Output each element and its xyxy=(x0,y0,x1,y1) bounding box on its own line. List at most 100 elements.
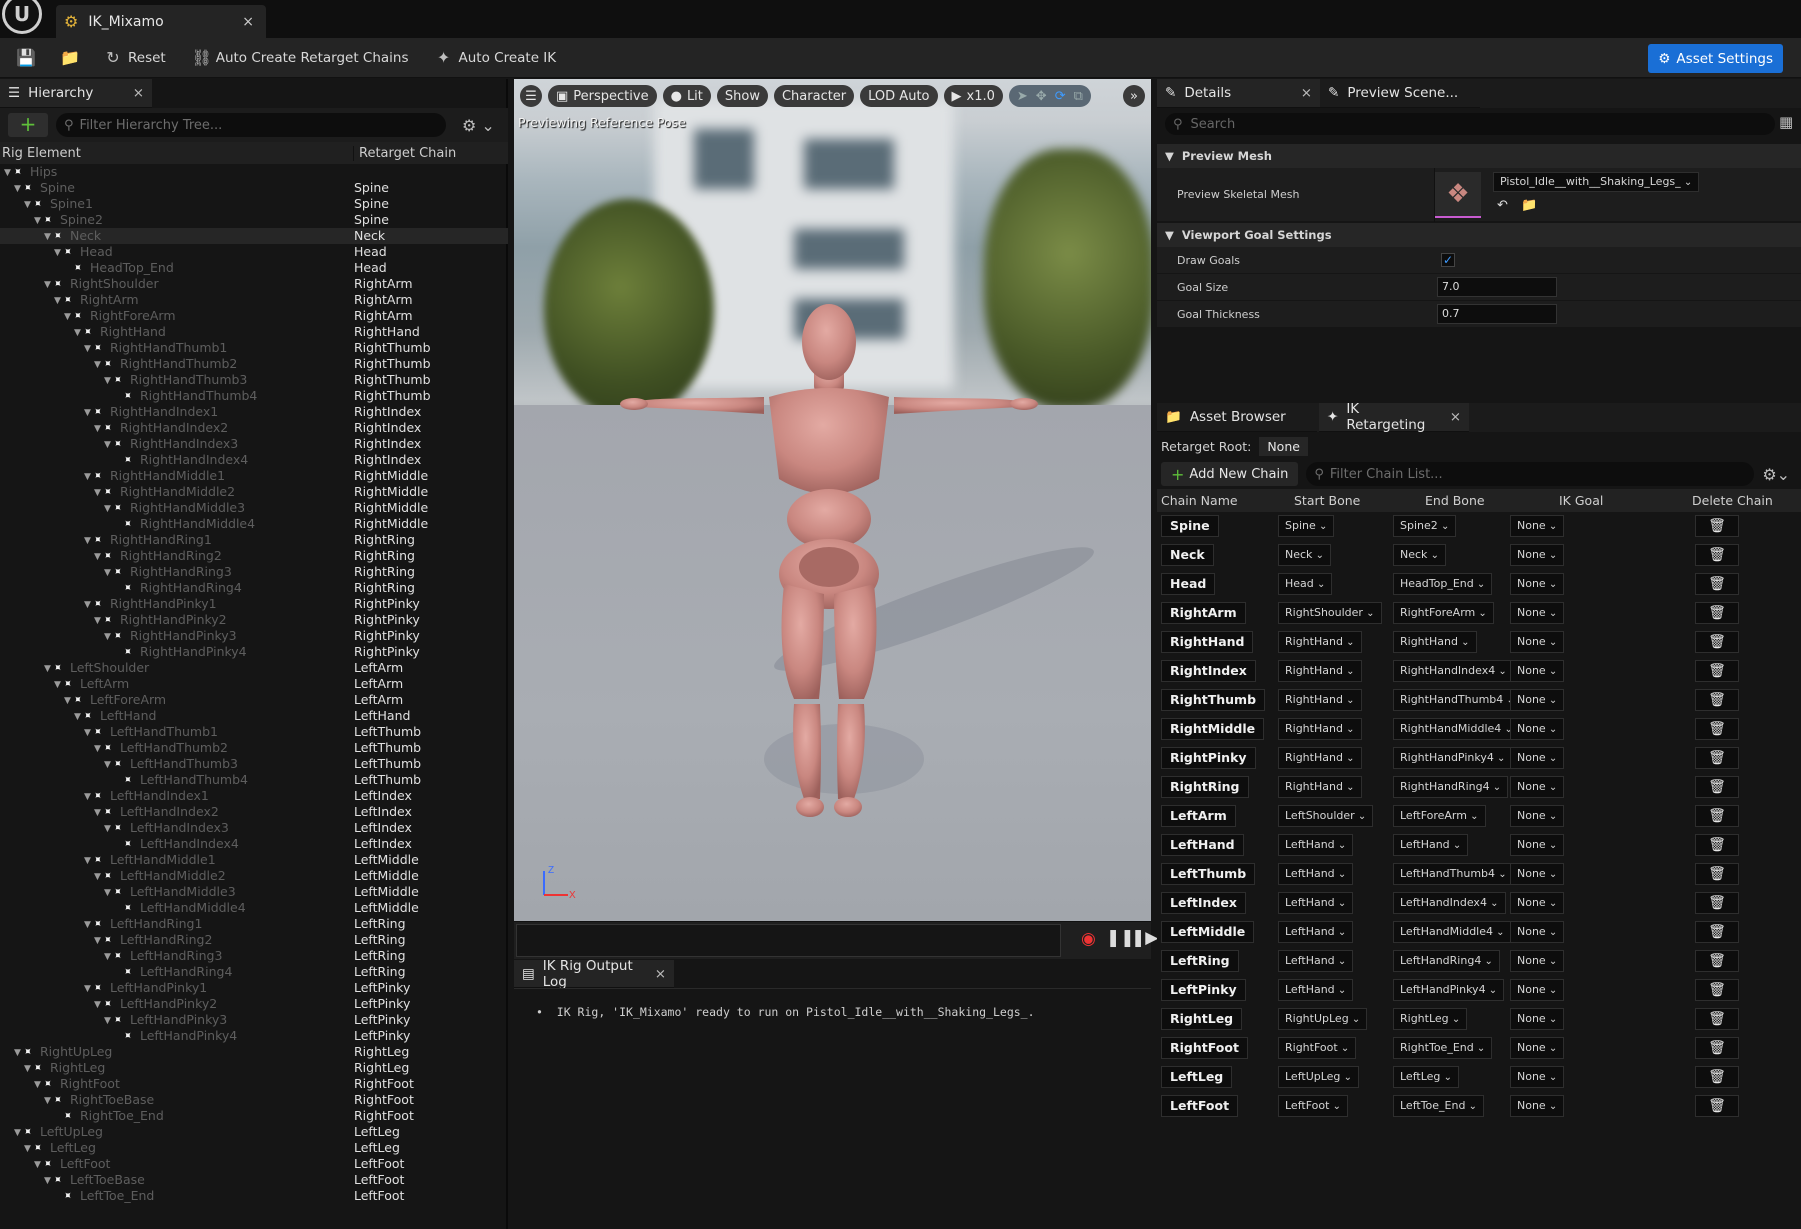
chain-name-field[interactable]: RightRing xyxy=(1161,776,1249,798)
hierarchy-row[interactable]: ▼ ✦ LeftHandRing1 LeftRing xyxy=(0,916,508,932)
hierarchy-row[interactable]: ▼ ✦ LeftHandIndex1 LeftIndex xyxy=(0,788,508,804)
expand-arrow-icon[interactable]: ▼ xyxy=(94,421,101,437)
add-new-chain-button[interactable]: + Add New Chain xyxy=(1161,462,1299,486)
chain-name-field[interactable]: LeftThumb xyxy=(1161,863,1256,885)
hierarchy-row[interactable]: ✦ LeftHandPinky4 LeftPinky xyxy=(0,1028,508,1044)
scale-icon[interactable]: ⧉ xyxy=(1074,89,1083,104)
chain-name-field[interactable]: LeftPinky xyxy=(1161,979,1246,1001)
end-bone-dropdown[interactable]: Neck xyxy=(1393,544,1446,566)
auto-create-ik-button[interactable]: ✦ Auto Create IK xyxy=(425,43,567,73)
expand-arrow-icon[interactable]: ▼ xyxy=(34,1157,41,1173)
expand-arrow-icon[interactable]: ▼ xyxy=(84,597,91,613)
hierarchy-row[interactable]: ▼ ✦ RightHandIndex3 RightIndex xyxy=(0,436,508,452)
lit-button[interactable]: ● Lit xyxy=(662,85,711,107)
hierarchy-row[interactable]: ▼ ✦ LeftHandMiddle2 LeftMiddle xyxy=(0,868,508,884)
start-bone-dropdown[interactable]: RightHand xyxy=(1278,631,1362,653)
hierarchy-row[interactable]: ✦ RightHandPinky4 RightPinky xyxy=(0,644,508,660)
chain-name-field[interactable]: Neck xyxy=(1161,544,1214,566)
tab-hierarchy[interactable]: ☰ Hierarchy × xyxy=(0,79,152,108)
hierarchy-row[interactable]: ▼ ✦ RightHandThumb2 RightThumb xyxy=(0,356,508,372)
expand-arrow-icon[interactable]: ▼ xyxy=(64,309,71,325)
hierarchy-row[interactable]: ▼ ✦ LeftHandThumb1 LeftThumb xyxy=(0,724,508,740)
expand-arrow-icon[interactable]: ▼ xyxy=(74,709,81,725)
start-bone-dropdown[interactable]: LeftUpLeg xyxy=(1278,1066,1359,1088)
end-bone-dropdown[interactable]: RightHand xyxy=(1393,631,1477,653)
hierarchy-row[interactable]: ▼ ✦ LeftHandIndex3 LeftIndex xyxy=(0,820,508,836)
end-bone-dropdown[interactable]: LeftHandThumb4 xyxy=(1393,863,1514,885)
end-bone-dropdown[interactable]: LeftHand xyxy=(1393,834,1469,856)
col-end-bone[interactable]: End Bone xyxy=(1425,493,1485,508)
hierarchy-row[interactable]: ▼ ✦ RightLeg RightLeg xyxy=(0,1060,508,1076)
expand-arrow-icon[interactable]: ▼ xyxy=(54,245,61,261)
hierarchy-row[interactable]: ▼ ✦ LeftHandPinky1 LeftPinky xyxy=(0,980,508,996)
unreal-logo-icon[interactable]: U xyxy=(2,0,42,34)
expand-arrow-icon[interactable]: ▼ xyxy=(4,165,11,181)
settings-gear-icon[interactable]: ⚙ ⌄ xyxy=(462,116,495,135)
select-icon[interactable]: ➤ xyxy=(1017,89,1028,104)
hierarchy-row[interactable]: ✦ RightToe_End RightFoot xyxy=(0,1108,508,1124)
close-retargeting-icon[interactable]: × xyxy=(1450,409,1461,425)
expand-arrow-icon[interactable]: ▼ xyxy=(104,821,111,837)
start-bone-dropdown[interactable]: LeftHand xyxy=(1278,950,1354,972)
hierarchy-row[interactable]: ▼ ✦ RightFoot RightFoot xyxy=(0,1076,508,1092)
expand-arrow-icon[interactable]: ▼ xyxy=(44,229,51,245)
start-bone-dropdown[interactable]: RightFoot xyxy=(1278,1037,1357,1059)
playback-speed-button[interactable]: ▶ x1.0 xyxy=(943,85,1003,107)
ik-goal-dropdown[interactable]: None xyxy=(1510,979,1565,1001)
document-tab[interactable]: ⚙ IK_Mixamo × xyxy=(56,5,266,38)
chain-name-field[interactable]: LeftHand xyxy=(1161,834,1244,856)
start-bone-dropdown[interactable]: LeftHand xyxy=(1278,979,1354,1001)
end-bone-dropdown[interactable]: LeftHandRing4 xyxy=(1393,950,1500,972)
hierarchy-row[interactable]: ▼ ✦ RightHandIndex1 RightIndex xyxy=(0,404,508,420)
end-bone-dropdown[interactable]: LeftHandPinky4 xyxy=(1393,979,1505,1001)
tab-output-log[interactable]: ▤ IK Rig Output Log × xyxy=(514,958,674,990)
hierarchy-row[interactable]: ▼ ✦ LeftHandMiddle1 LeftMiddle xyxy=(0,852,508,868)
expand-arrow-icon[interactable]: ▼ xyxy=(94,357,101,373)
hierarchy-row[interactable]: ▼ ✦ RightHandPinky1 RightPinky xyxy=(0,596,508,612)
expand-arrow-icon[interactable]: ▼ xyxy=(94,741,101,757)
expand-arrow-icon[interactable]: ▼ xyxy=(54,293,61,309)
ik-goal-dropdown[interactable]: None xyxy=(1510,689,1565,711)
hierarchy-row[interactable]: ▼ ✦ RightHand RightHand xyxy=(0,324,508,340)
chain-name-field[interactable]: LeftFoot xyxy=(1161,1095,1239,1117)
ik-goal-dropdown[interactable]: None xyxy=(1510,950,1565,972)
expand-arrow-icon[interactable]: ▼ xyxy=(104,565,111,581)
col-delete-chain[interactable]: Delete Chain xyxy=(1692,493,1773,508)
delete-chain-button[interactable]: 🗑 xyxy=(1695,776,1739,798)
hierarchy-row[interactable]: ▼ ✦ LeftHandMiddle3 LeftMiddle xyxy=(0,884,508,900)
expand-arrow-icon[interactable]: ▼ xyxy=(104,1013,111,1029)
hierarchy-row[interactable]: ✦ LeftHandRing4 LeftRing xyxy=(0,964,508,980)
end-bone-dropdown[interactable]: RightHandRing4 xyxy=(1393,776,1509,798)
expand-arrow-icon[interactable]: ▼ xyxy=(104,501,111,517)
hierarchy-search-input[interactable]: ⚲ Filter Hierarchy Tree... xyxy=(56,113,446,137)
hierarchy-row[interactable]: ▼ ✦ LeftHand LeftHand xyxy=(0,708,508,724)
expand-arrow-icon[interactable]: ▼ xyxy=(104,757,111,773)
delete-chain-button[interactable]: 🗑 xyxy=(1695,863,1739,885)
expand-arrow-icon[interactable]: ▼ xyxy=(34,213,41,229)
expand-arrow-icon[interactable]: ▼ xyxy=(94,549,101,565)
chain-name-field[interactable]: RightPinky xyxy=(1161,747,1256,769)
hierarchy-row[interactable]: ▼ ✦ RightToeBase RightFoot xyxy=(0,1092,508,1108)
browse-folder-icon[interactable]: 📁 xyxy=(1521,198,1537,213)
hierarchy-row[interactable]: ▼ ✦ LeftHandThumb3 LeftThumb xyxy=(0,756,508,772)
ik-goal-dropdown[interactable]: None xyxy=(1510,1066,1565,1088)
expand-arrow-icon[interactable]: ▼ xyxy=(94,613,101,629)
tab-ik-retargeting[interactable]: ✦ IK Retargeting × xyxy=(1319,401,1469,433)
goal-thickness-field[interactable]: 0.7 xyxy=(1437,304,1557,324)
ik-goal-dropdown[interactable]: None xyxy=(1510,834,1565,856)
delete-chain-button[interactable]: 🗑 xyxy=(1695,573,1739,595)
start-bone-dropdown[interactable]: LeftShoulder xyxy=(1278,805,1374,827)
delete-chain-button[interactable]: 🗑 xyxy=(1695,805,1739,827)
col-rig-element[interactable]: Rig Element xyxy=(0,145,354,161)
draw-goals-checkbox[interactable]: ✓ xyxy=(1441,253,1455,267)
hierarchy-row[interactable]: ✦ LeftHandThumb4 LeftThumb xyxy=(0,772,508,788)
chain-name-field[interactable]: RightHand xyxy=(1161,631,1254,653)
start-bone-dropdown[interactable]: LeftHand xyxy=(1278,921,1354,943)
tab-preview-scene[interactable]: ✎ Preview Scene... xyxy=(1320,79,1480,108)
col-chain-name[interactable]: Chain Name xyxy=(1161,493,1238,508)
start-bone-dropdown[interactable]: LeftFoot xyxy=(1278,1095,1348,1117)
hierarchy-row[interactable]: ▼ ✦ Spine Spine xyxy=(0,180,508,196)
hierarchy-row[interactable]: ▼ ✦ Spine2 Spine xyxy=(0,212,508,228)
ik-goal-dropdown[interactable]: None xyxy=(1510,1008,1565,1030)
delete-chain-button[interactable]: 🗑 xyxy=(1695,950,1739,972)
